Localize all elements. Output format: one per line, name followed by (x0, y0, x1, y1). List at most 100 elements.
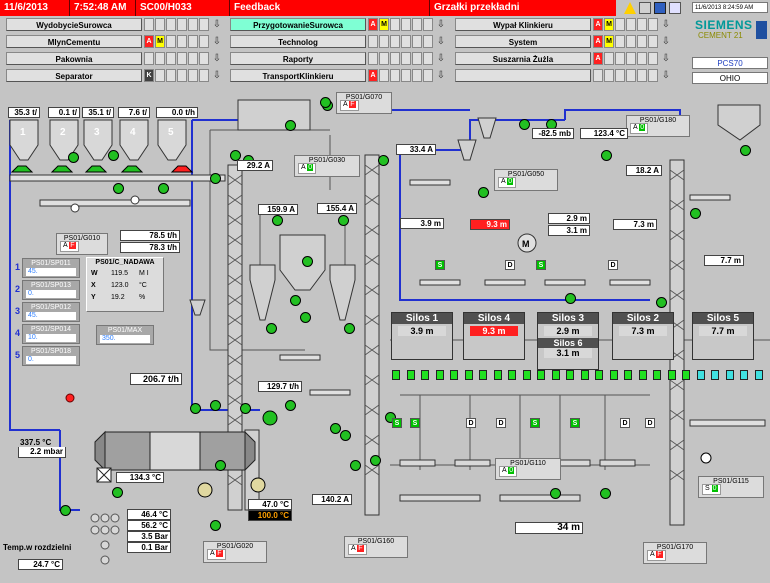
nav-button-transportklinkieru[interactable]: TransportKlinkieru (230, 69, 366, 82)
motor-status-icon[interactable] (285, 120, 296, 131)
status-square[interactable] (593, 69, 603, 82)
silo-feeder[interactable] (537, 370, 545, 380)
silo-feeder[interactable] (406, 370, 415, 380)
selector-d[interactable]: D (466, 418, 476, 428)
status-square[interactable] (390, 69, 400, 82)
silo-5[interactable]: Silos 5 7.7 m (692, 312, 754, 360)
arrow-down-icon[interactable]: ⇩ (660, 35, 672, 48)
status-square[interactable] (637, 69, 647, 82)
motor-status-icon[interactable] (210, 173, 221, 184)
arrow-down-icon[interactable]: ⇩ (660, 69, 672, 82)
status-square[interactable] (615, 52, 625, 65)
status-square[interactable] (412, 35, 422, 48)
status-square[interactable] (166, 69, 176, 82)
motor-status-icon[interactable] (210, 520, 221, 531)
tag-g180[interactable]: PS01/G180 A 0 (626, 115, 690, 137)
motor-status-icon[interactable] (266, 323, 277, 334)
silo-feeder[interactable] (754, 370, 763, 380)
status-square[interactable]: A (368, 18, 378, 31)
monitor-icon[interactable] (654, 2, 666, 14)
silo-feeder[interactable] (551, 370, 560, 380)
printer-icon[interactable] (639, 2, 651, 14)
status-square[interactable] (412, 52, 422, 65)
status-square[interactable] (199, 52, 209, 65)
tag-g030[interactable]: PS01/G030 A 0 (294, 155, 360, 177)
motor-status-icon[interactable] (108, 150, 119, 161)
status-square[interactable] (166, 35, 176, 48)
arrow-down-icon[interactable]: ⇩ (435, 52, 447, 65)
status-square[interactable] (637, 52, 647, 65)
motor-status-icon[interactable] (330, 423, 341, 434)
status-square[interactable]: A (593, 18, 603, 31)
status-square[interactable] (166, 18, 176, 31)
status-square[interactable] (626, 35, 636, 48)
motor-status-icon[interactable] (285, 400, 296, 411)
motor-status-icon[interactable] (344, 323, 355, 334)
motor-status-icon[interactable] (190, 403, 201, 414)
status-square[interactable] (615, 69, 625, 82)
selector-s[interactable]: S (536, 260, 546, 270)
status-square[interactable] (626, 18, 636, 31)
nav-button-przygotowaniesurowca[interactable]: PrzygotowanieSurowca (230, 18, 366, 31)
setpoint-box[interactable]: PS01/SP018 0. (22, 346, 80, 366)
setpoint-box[interactable]: PS01/SP014 10. (22, 324, 80, 344)
motor-status-icon[interactable] (302, 256, 313, 267)
status-square[interactable]: A (593, 52, 603, 65)
motor-status-icon[interactable] (320, 97, 331, 108)
arrow-down-icon[interactable]: ⇩ (660, 18, 672, 31)
status-square[interactable]: M (604, 18, 614, 31)
nav-button-pakownia[interactable]: Pakownia (6, 52, 142, 65)
arrow-down-icon[interactable]: ⇩ (435, 18, 447, 31)
motor-status-icon[interactable] (300, 312, 311, 323)
status-square[interactable] (604, 52, 614, 65)
status-square[interactable] (368, 35, 378, 48)
nav-button-empty[interactable] (455, 69, 591, 82)
setpoint-box[interactable]: PS01/SP011 45. (22, 258, 80, 278)
silo-feeder[interactable] (479, 370, 487, 380)
silo-feeder[interactable] (522, 370, 531, 380)
status-square[interactable] (412, 69, 422, 82)
status-square[interactable] (390, 18, 400, 31)
status-square[interactable]: M (379, 18, 389, 31)
setpoint-box[interactable]: PS01/SP012 45. (22, 302, 80, 322)
motor-status-icon[interactable] (565, 293, 576, 304)
motor-status-icon[interactable] (158, 183, 169, 194)
max-panel[interactable]: PS01/MAX 350. (96, 325, 154, 345)
status-square[interactable] (188, 35, 198, 48)
nav-button-raporty[interactable]: Raporty (230, 52, 366, 65)
silo-feeder[interactable] (740, 370, 748, 380)
silo-feeder[interactable] (566, 370, 574, 380)
selector-d[interactable]: D (620, 418, 630, 428)
tag-g170[interactable]: PS01/G170 A F (643, 542, 707, 564)
nav-button-mlyncementu[interactable]: MlynCementu (6, 35, 142, 48)
motor-status-icon[interactable] (350, 460, 361, 471)
selector-d[interactable]: D (608, 260, 618, 270)
status-square[interactable] (412, 18, 422, 31)
selector-s[interactable]: S (530, 418, 540, 428)
status-square[interactable]: M (155, 35, 165, 48)
motor-status-icon[interactable] (519, 119, 530, 130)
status-square[interactable] (648, 18, 658, 31)
motor-status-icon[interactable] (656, 297, 667, 308)
silo-feeder[interactable] (435, 370, 444, 380)
nav-button-wypa-klinkieru[interactable]: Wypał Klinkieru (455, 18, 591, 31)
silo-feeder[interactable] (595, 370, 603, 380)
arrow-down-icon[interactable]: ⇩ (211, 35, 223, 48)
motor-status-icon[interactable] (210, 400, 221, 411)
status-square[interactable] (423, 69, 433, 82)
silo-feeder[interactable] (493, 370, 502, 380)
motor-status-icon[interactable] (290, 295, 301, 306)
silo-feeder[interactable] (609, 370, 618, 380)
tag-g110[interactable]: PS01/G110 A 0 (495, 458, 561, 480)
tag-g010[interactable]: PS01/G010 A F (56, 233, 108, 255)
status-square[interactable] (379, 69, 389, 82)
status-square[interactable]: K (144, 69, 154, 82)
status-square[interactable] (144, 52, 154, 65)
status-square[interactable]: A (144, 35, 154, 48)
setpoint-box[interactable]: PS01/SP013 0. (22, 280, 80, 300)
status-square[interactable] (423, 18, 433, 31)
status-square[interactable] (188, 18, 198, 31)
status-square[interactable] (401, 35, 411, 48)
motor-status-icon[interactable] (600, 488, 611, 499)
tag-g020[interactable]: PS01/G020 A F (203, 541, 267, 563)
